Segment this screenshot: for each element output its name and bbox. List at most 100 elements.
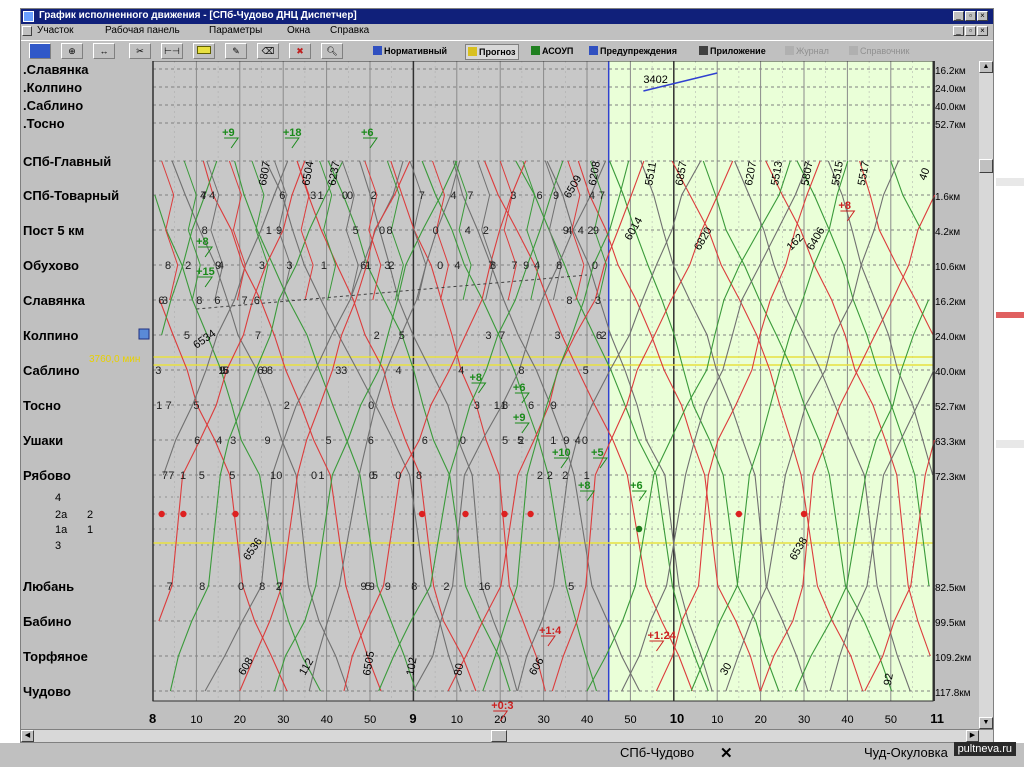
delay-marker-label: +9 — [513, 412, 526, 424]
delete-icon[interactable]: ✖ — [289, 43, 311, 59]
normative-icon — [373, 46, 382, 55]
mode-forecast-button[interactable]: Прогноз — [465, 44, 519, 60]
hour-label: 8 — [149, 711, 156, 726]
asoup-icon — [531, 46, 540, 55]
tab-chud-okulovka[interactable]: Чуд-Окуловка — [864, 745, 948, 760]
erase-icon[interactable]: ⌫ — [257, 43, 279, 59]
stop-digit: 3 — [155, 365, 161, 377]
station-km-label: 99.5км — [935, 618, 966, 629]
stop-digit: 0 — [582, 435, 588, 447]
stop-digit: 3 — [286, 260, 292, 272]
menu-work-panel[interactable]: Рабочая панель — [105, 25, 180, 36]
close-button[interactable]: × — [977, 11, 988, 21]
horizontal-scrollbar[interactable]: ◀ ▶ — [21, 729, 993, 742]
station-km-label: 82.5км — [935, 583, 966, 594]
delay-marker-label: +0:3 — [491, 700, 513, 712]
train-graph-area[interactable]: .Славянка 16.2км .Колпино 24.0км .Саблино 40.… — [21, 61, 993, 729]
menu-bar: Участок Рабочая панель Параметры Окна Сп… — [21, 24, 993, 39]
track-label: 1а — [55, 524, 68, 536]
stop-digit: 1 — [550, 435, 556, 447]
stop-digit: 8 — [199, 581, 205, 593]
stop-digit: 6 — [360, 260, 366, 272]
scroll-thumb[interactable] — [491, 730, 507, 742]
background-strip-accent — [996, 312, 1024, 318]
mdi-close-button[interactable]: × — [977, 26, 988, 36]
mdi-restore-button[interactable]: ▫ — [965, 26, 976, 36]
stop-digit: 5 — [502, 435, 508, 447]
station-label: Тосно — [23, 398, 61, 413]
menu-help[interactable]: Справка — [330, 25, 369, 36]
menu-uchastok[interactable]: Участок — [37, 25, 74, 36]
mode-warnings-button[interactable]: Предупреждения — [589, 44, 677, 58]
stop-digit: 3 — [341, 365, 347, 377]
zoom-icon[interactable]: ⊕ — [61, 43, 83, 59]
scroll-down-icon[interactable]: ▼ — [979, 717, 993, 729]
scroll-up-icon[interactable]: ▲ — [979, 61, 993, 73]
stop-digit: 1 — [494, 400, 500, 412]
delay-marker-label: +8 — [196, 236, 209, 248]
track-label: 2 — [87, 509, 93, 521]
minute-label: 30 — [538, 714, 550, 726]
mode-journal-button[interactable]: Журнал — [785, 44, 829, 58]
menu-windows[interactable]: Окна — [287, 25, 310, 36]
station-label: Колпино — [23, 328, 79, 343]
stop-digit: 4 — [575, 435, 581, 447]
station-label: Бабино — [23, 614, 71, 629]
stop-digit: 6 — [254, 295, 260, 307]
mdi-minimize-button[interactable]: _ — [953, 26, 964, 36]
delay-marker-label: +8 — [470, 372, 483, 384]
train-graph[interactable]: .Славянка 16.2км.Колпино 24.0км.Саблино 40.… — [21, 61, 979, 729]
scroll-left-icon[interactable]: ◀ — [21, 730, 34, 742]
station-label: СПб-Главный — [23, 154, 111, 169]
stop-digit: 9 — [563, 435, 569, 447]
station-km-label: 4.2км — [935, 227, 960, 238]
tab-spb-chudovo[interactable]: СПб-Чудово — [620, 745, 694, 760]
minute-label: 50 — [885, 714, 897, 726]
close-tab-icon[interactable]: ✕ — [720, 744, 733, 762]
scroll-right-icon[interactable]: ▶ — [966, 730, 979, 742]
range-icon[interactable]: ⊢⊣ — [161, 43, 183, 59]
track-label: 3 — [55, 540, 61, 552]
maximize-button[interactable]: ▫ — [965, 11, 976, 21]
zoom-in-icon[interactable]: 🔍︎ — [321, 43, 343, 59]
stop-digit: 8 — [259, 581, 265, 593]
stop-digit: 1 — [321, 260, 327, 272]
menu-parameters[interactable]: Параметры — [209, 25, 262, 36]
stop-digit: 7 — [511, 260, 517, 272]
station-km-label: 109.2км — [935, 653, 971, 664]
toolbar: ⊕ ↔ ✂ ⊢⊣ ✎ ⌫ ✖ 🔍︎ Нормативный Прогноз АС… — [21, 40, 993, 63]
stop-digit: 9 — [360, 581, 366, 593]
stop-digit: 3 — [474, 400, 480, 412]
arrival-dot — [800, 510, 808, 518]
track-label: 4 — [55, 492, 61, 504]
minimize-button[interactable]: _ — [953, 11, 964, 21]
mode-appendix-button[interactable]: Приложение — [699, 44, 766, 58]
title-bar: График исполненного движения - [СПб-Чудо… — [21, 9, 993, 24]
stop-digit: 1 — [156, 400, 162, 412]
fit-width-icon[interactable]: ↔ — [93, 43, 115, 59]
minute-label: 30 — [798, 714, 810, 726]
mode-asoup-button[interactable]: АСОУП — [531, 44, 573, 58]
draw-icon[interactable]: ✎ — [225, 43, 247, 59]
stop-digit: 4 — [209, 190, 215, 202]
station-km-label: 40.0км — [935, 102, 966, 113]
scroll-thumb[interactable] — [979, 159, 993, 173]
grid-icon[interactable] — [29, 43, 51, 59]
vertical-scrollbar[interactable]: ▲ ▼ — [979, 61, 993, 729]
stop-digit: 6 — [214, 295, 220, 307]
journal-icon — [785, 46, 794, 55]
background-strip — [996, 440, 1024, 448]
mode-reference-button[interactable]: Справочник — [849, 44, 910, 58]
stop-digit: 2 — [371, 190, 377, 202]
stop-digit: 0 — [342, 190, 348, 202]
station-km-label: 63.3км — [935, 437, 966, 448]
stop-digit: 6 — [194, 435, 200, 447]
delay-marker-label: +1:24 — [647, 630, 676, 642]
highlight-icon[interactable] — [193, 43, 215, 59]
stop-digit: 9 — [264, 435, 270, 447]
cut-icon[interactable]: ✂ — [129, 43, 151, 59]
mdi-doc-icon[interactable] — [22, 26, 32, 36]
stop-digit: 7 — [599, 190, 605, 202]
mode-normative-button[interactable]: Нормативный — [373, 44, 447, 58]
stop-digit: 8 — [502, 400, 508, 412]
